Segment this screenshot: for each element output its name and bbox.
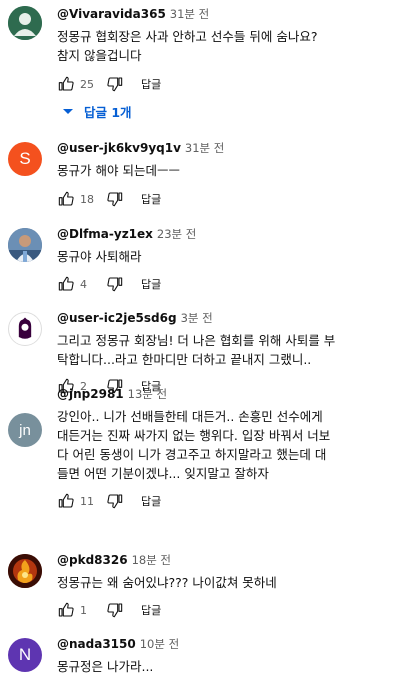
thumbs-down-icon xyxy=(107,494,123,509)
like-count: 11 xyxy=(80,494,94,508)
comment-line: 몽규가 해야 되는데ㅡㅡ xyxy=(57,163,180,178)
thumbs-up-icon xyxy=(58,276,74,291)
comment-author[interactable]: @Dlfma-yz1ex xyxy=(57,227,153,241)
globe-icon xyxy=(8,6,42,40)
avatar[interactable] xyxy=(8,312,42,346)
dislike-button[interactable] xyxy=(106,75,124,93)
like-button[interactable] xyxy=(57,601,75,619)
dislike-button[interactable] xyxy=(106,275,124,293)
chevron-down-icon xyxy=(63,108,73,114)
comment-line: 다 어린 동생이 니가 경고주고 하지말라고 했는데 대 xyxy=(57,447,327,462)
comment-line: 참지 않을겁니다 xyxy=(57,48,142,63)
comment-text: 몽규야 사퇴해라 xyxy=(57,247,393,266)
comment-line: 몽규야 사퇴해라 xyxy=(57,249,142,264)
reply-button[interactable]: 답글 xyxy=(141,76,161,92)
like-button[interactable] xyxy=(57,275,75,293)
lion-crest-icon xyxy=(10,314,40,344)
player-photo-icon xyxy=(8,228,42,262)
comment-text: 몽규가 해야 되는데ㅡㅡ xyxy=(57,161,393,180)
dislike-button[interactable] xyxy=(106,492,124,510)
comment-author[interactable]: @Vivaravida365 xyxy=(57,7,166,21)
like-button[interactable] xyxy=(57,190,75,208)
comment-line: 강인아.. 니가 선배들한테 대든거.. 손흥민 선수에게 xyxy=(57,409,323,424)
comment-line: 몽규정은 나가라... xyxy=(57,659,154,674)
avatar[interactable]: N xyxy=(8,638,42,672)
comment-line: 정몽규 협회장은 사과 안하고 선수들 뒤에 숨나요? xyxy=(57,29,318,44)
like-count: 4 xyxy=(80,277,87,291)
reply-button[interactable]: 답글 xyxy=(141,493,161,509)
thumbs-down-icon xyxy=(107,603,123,618)
avatar[interactable]: jn xyxy=(8,413,42,447)
comment-line: 대든거는 진짜 싸가지 없는 행위다. 입장 바꿔서 너보 xyxy=(57,428,331,443)
comment-text: 그리고 정몽규 회장님! 더 나은 협회를 위해 사퇴를 부탁합니다...라고 … xyxy=(57,331,393,369)
avatar[interactable] xyxy=(8,6,42,40)
dislike-button[interactable] xyxy=(106,601,124,619)
comment-time[interactable]: 23분 전 xyxy=(157,227,196,241)
avatar[interactable] xyxy=(8,228,42,262)
thumbs-down-icon xyxy=(107,277,123,292)
comment-time[interactable]: 31분 전 xyxy=(185,141,224,155)
thumbs-up-icon xyxy=(58,493,74,508)
thumbs-up-icon xyxy=(58,76,74,91)
comment-author[interactable]: @user-ic2je5sd6g xyxy=(57,311,177,325)
comment-time[interactable]: 31분 전 xyxy=(170,7,209,21)
like-count: 25 xyxy=(80,77,94,91)
reply-button[interactable]: 답글 xyxy=(141,276,161,292)
like-button[interactable] xyxy=(57,492,75,510)
comment-text: 정몽규 협회장은 사과 안하고 선수들 뒤에 숨나요? 참지 않을겁니다 xyxy=(57,27,393,65)
comment-text: 정몽규는 왜 숨어있냐??? 나이값쳐 못하네 xyxy=(57,573,393,592)
comment-text: 몽규정은 나가라... xyxy=(57,657,393,676)
comment-time[interactable]: 3분 전 xyxy=(181,311,213,325)
like-count: 1 xyxy=(80,603,87,617)
avatar-letter: jn xyxy=(19,421,31,439)
comment-line: 들면 어떤 기분이겠냐... 잊지말고 잘하자 xyxy=(57,466,269,481)
thumbs-up-icon xyxy=(58,602,74,617)
comment-time[interactable]: 10분 전 xyxy=(140,637,179,651)
reply-button[interactable]: 답글 xyxy=(141,191,161,207)
comment-line: 정몽규는 왜 숨어있냐??? 나이값쳐 못하네 xyxy=(57,575,277,590)
comment-line: 탁합니다...라고 한마디만 더하고 끝내지 그랬니.. xyxy=(57,352,312,367)
thumbs-down-icon xyxy=(107,77,123,92)
comment-author[interactable]: @user-jk6kv9yq1v xyxy=(57,141,181,155)
comment-text: 강인아.. 니가 선배들한테 대든거.. 손흥민 선수에게대든거는 진짜 싸가지… xyxy=(57,407,393,483)
comment-author[interactable]: @nada3150 xyxy=(57,637,136,651)
comment-time[interactable]: 18분 전 xyxy=(132,553,171,567)
comment-line: 그리고 정몽규 회장님! 더 나은 협회를 위해 사퇴를 부 xyxy=(57,333,336,348)
view-replies-button[interactable]: 답글 1개 xyxy=(62,102,132,121)
dislike-button[interactable] xyxy=(106,190,124,208)
flame-emblem-icon xyxy=(8,554,42,588)
avatar-letter: S xyxy=(19,149,31,168)
thumbs-up-icon xyxy=(58,191,74,206)
avatar[interactable] xyxy=(8,554,42,588)
reply-button[interactable]: 답글 xyxy=(141,602,161,618)
like-count: 18 xyxy=(80,192,94,206)
avatar[interactable]: S xyxy=(8,142,42,176)
thumbs-down-icon xyxy=(107,192,123,207)
comment-author[interactable]: @pkd8326 xyxy=(57,553,128,567)
comment-time[interactable]: 13분 전 xyxy=(128,387,167,401)
like-button[interactable] xyxy=(57,75,75,93)
avatar-letter: N xyxy=(18,645,32,664)
comment-author[interactable]: @jnp2981 xyxy=(57,387,124,401)
view-replies-label: 답글 1개 xyxy=(84,105,132,120)
